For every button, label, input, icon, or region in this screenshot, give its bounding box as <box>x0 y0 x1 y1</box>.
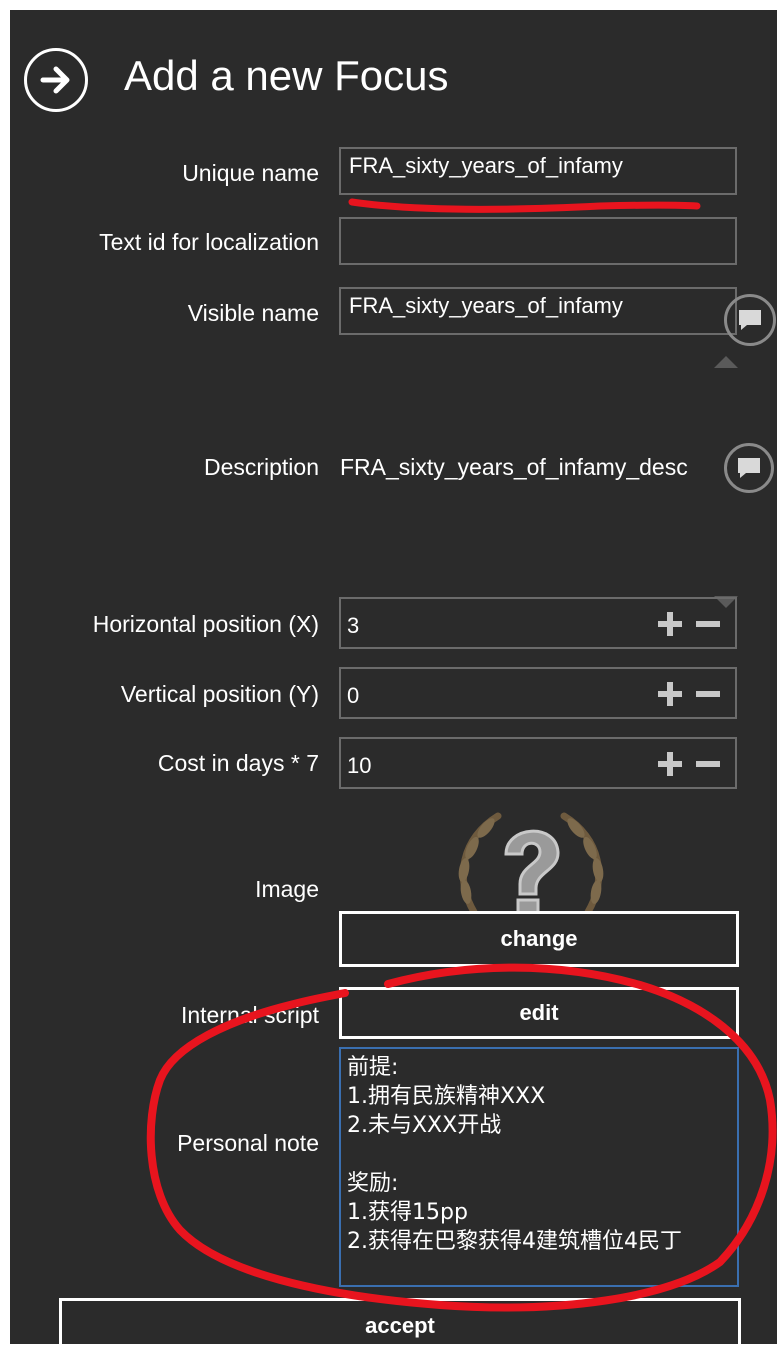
focus-editor-panel: Add a new Focus Unique name FRA_sixty_ye… <box>0 0 777 1354</box>
description-comment-button[interactable] <box>724 443 774 493</box>
caret-up-icon[interactable] <box>714 356 738 368</box>
y-position-input[interactable]: 0 <box>339 667 737 719</box>
unique-name-label: Unique name <box>182 160 319 186</box>
bottom-border <box>0 1344 777 1354</box>
left-border <box>0 0 10 1354</box>
personal-note-textarea[interactable]: 前提: 1.拥有民族精神XXX 2.未与XXX开战 奖励: 1.获得15pp 2… <box>339 1047 739 1287</box>
cost-value: 10 <box>347 753 372 778</box>
y-position-label: Vertical position (Y) <box>120 681 319 707</box>
speech-bubble-icon <box>738 458 760 478</box>
y-position-value: 0 <box>347 683 360 708</box>
edit-script-button[interactable]: edit <box>339 987 739 1039</box>
x-position-label: Horizontal position (X) <box>92 611 319 637</box>
question-mark-laurel-icon <box>458 812 604 920</box>
personal-note-label: Personal note <box>177 1130 319 1156</box>
back-button[interactable] <box>24 48 88 112</box>
text-id-input[interactable] <box>339 217 737 265</box>
description-value[interactable]: FRA_sixty_years_of_infamy_desc <box>340 454 688 481</box>
speech-bubble-icon <box>739 310 761 330</box>
minus-icon[interactable] <box>693 749 723 779</box>
page-title: Add a new Focus <box>124 52 449 99</box>
unique-name-input[interactable]: FRA_sixty_years_of_infamy <box>339 147 737 195</box>
cost-input[interactable]: 10 <box>339 737 737 789</box>
plus-icon[interactable] <box>655 609 685 639</box>
description-label: Description <box>203 454 319 480</box>
plus-icon[interactable] <box>655 679 685 709</box>
x-position-value: 3 <box>347 613 360 638</box>
arrow-right-icon <box>40 66 70 94</box>
x-position-input[interactable]: 3 <box>339 597 737 649</box>
minus-icon[interactable] <box>693 609 723 639</box>
text-id-label: Text id for localization <box>99 229 319 255</box>
change-image-button[interactable]: change <box>339 911 739 967</box>
visible-name-comment-button[interactable] <box>724 294 776 346</box>
plus-icon[interactable] <box>655 749 685 779</box>
visible-name-input[interactable]: FRA_sixty_years_of_infamy <box>339 287 737 335</box>
visible-name-label: Visible name <box>187 300 319 326</box>
cost-label: Cost in days * 7 <box>157 750 319 776</box>
minus-icon[interactable] <box>693 679 723 709</box>
internal-script-label: Internal script <box>180 1002 319 1028</box>
top-border <box>0 0 777 10</box>
image-label: Image <box>255 876 319 902</box>
